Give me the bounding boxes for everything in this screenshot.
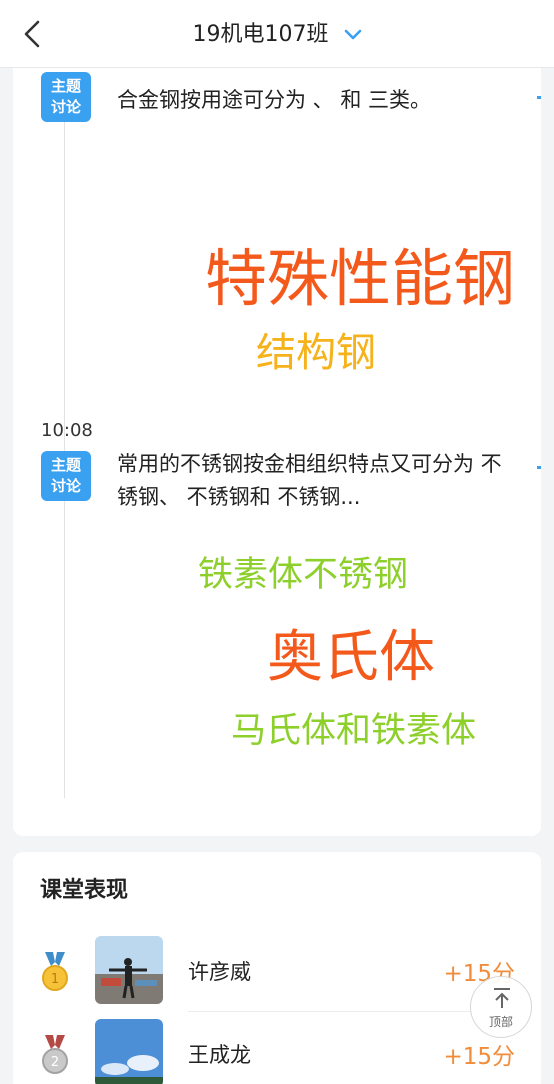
word-cloud-word: 奥氏体 xyxy=(267,625,435,690)
row-divider xyxy=(188,1011,515,1012)
back-to-top-button[interactable]: 顶部 xyxy=(470,976,532,1038)
edge-indicator xyxy=(537,466,541,469)
student-name: 王成龙 xyxy=(188,1043,251,1067)
word-cloud-word: 铁素体不锈钢 xyxy=(198,555,409,595)
avatar xyxy=(95,1019,163,1084)
word-cloud-word: 特殊性能钢 xyxy=(205,242,516,315)
topic-discussion-tag: 主题 讨论 xyxy=(41,72,91,122)
topic-discussion-tag: 主题 讨论 xyxy=(41,451,91,501)
svg-text:2: 2 xyxy=(51,1055,59,1070)
discussion-feed-card: 主题 讨论 合金钢按用途可分为 、 和 三类。 特殊性能钢 结构钢 10:08 … xyxy=(13,68,541,836)
class-performance-card: 课堂表现 1 许彦威 +15分 2 王成龙 +15分 xyxy=(13,852,541,1084)
avatar xyxy=(95,936,163,1004)
word-cloud-word: 马氏体和铁素体 xyxy=(231,711,477,751)
section-title: 课堂表现 xyxy=(40,878,129,903)
word-cloud-word: 结构钢 xyxy=(256,330,376,376)
ranking-row[interactable]: 1 许彦威 +15分 xyxy=(13,936,541,1008)
arrow-up-icon xyxy=(494,988,510,1008)
discussion-question[interactable]: 合金钢按用途可分为 、 和 三类。 xyxy=(117,84,517,117)
back-to-top-label: 顶部 xyxy=(488,1015,513,1029)
top-nav-bar: 19机电107班 xyxy=(0,0,554,68)
gold-medal-icon: 1 xyxy=(42,952,68,991)
class-selector[interactable]: 19机电107班 xyxy=(0,16,554,48)
post-time: 10:08 xyxy=(41,420,93,441)
chevron-down-icon xyxy=(344,29,361,40)
student-name: 许彦威 xyxy=(188,960,251,984)
svg-text:1: 1 xyxy=(51,972,59,987)
edge-indicator xyxy=(537,96,541,99)
page-title: 19机电107班 xyxy=(192,22,329,47)
score-value: +15分 xyxy=(443,1044,515,1070)
ranking-row[interactable]: 2 王成龙 +15分 xyxy=(13,1019,541,1084)
silver-medal-icon: 2 xyxy=(42,1035,68,1074)
discussion-question[interactable]: 常用的不锈钢按金相组织特点又可分为 不锈钢、 不锈钢和 不锈钢... xyxy=(117,448,517,514)
